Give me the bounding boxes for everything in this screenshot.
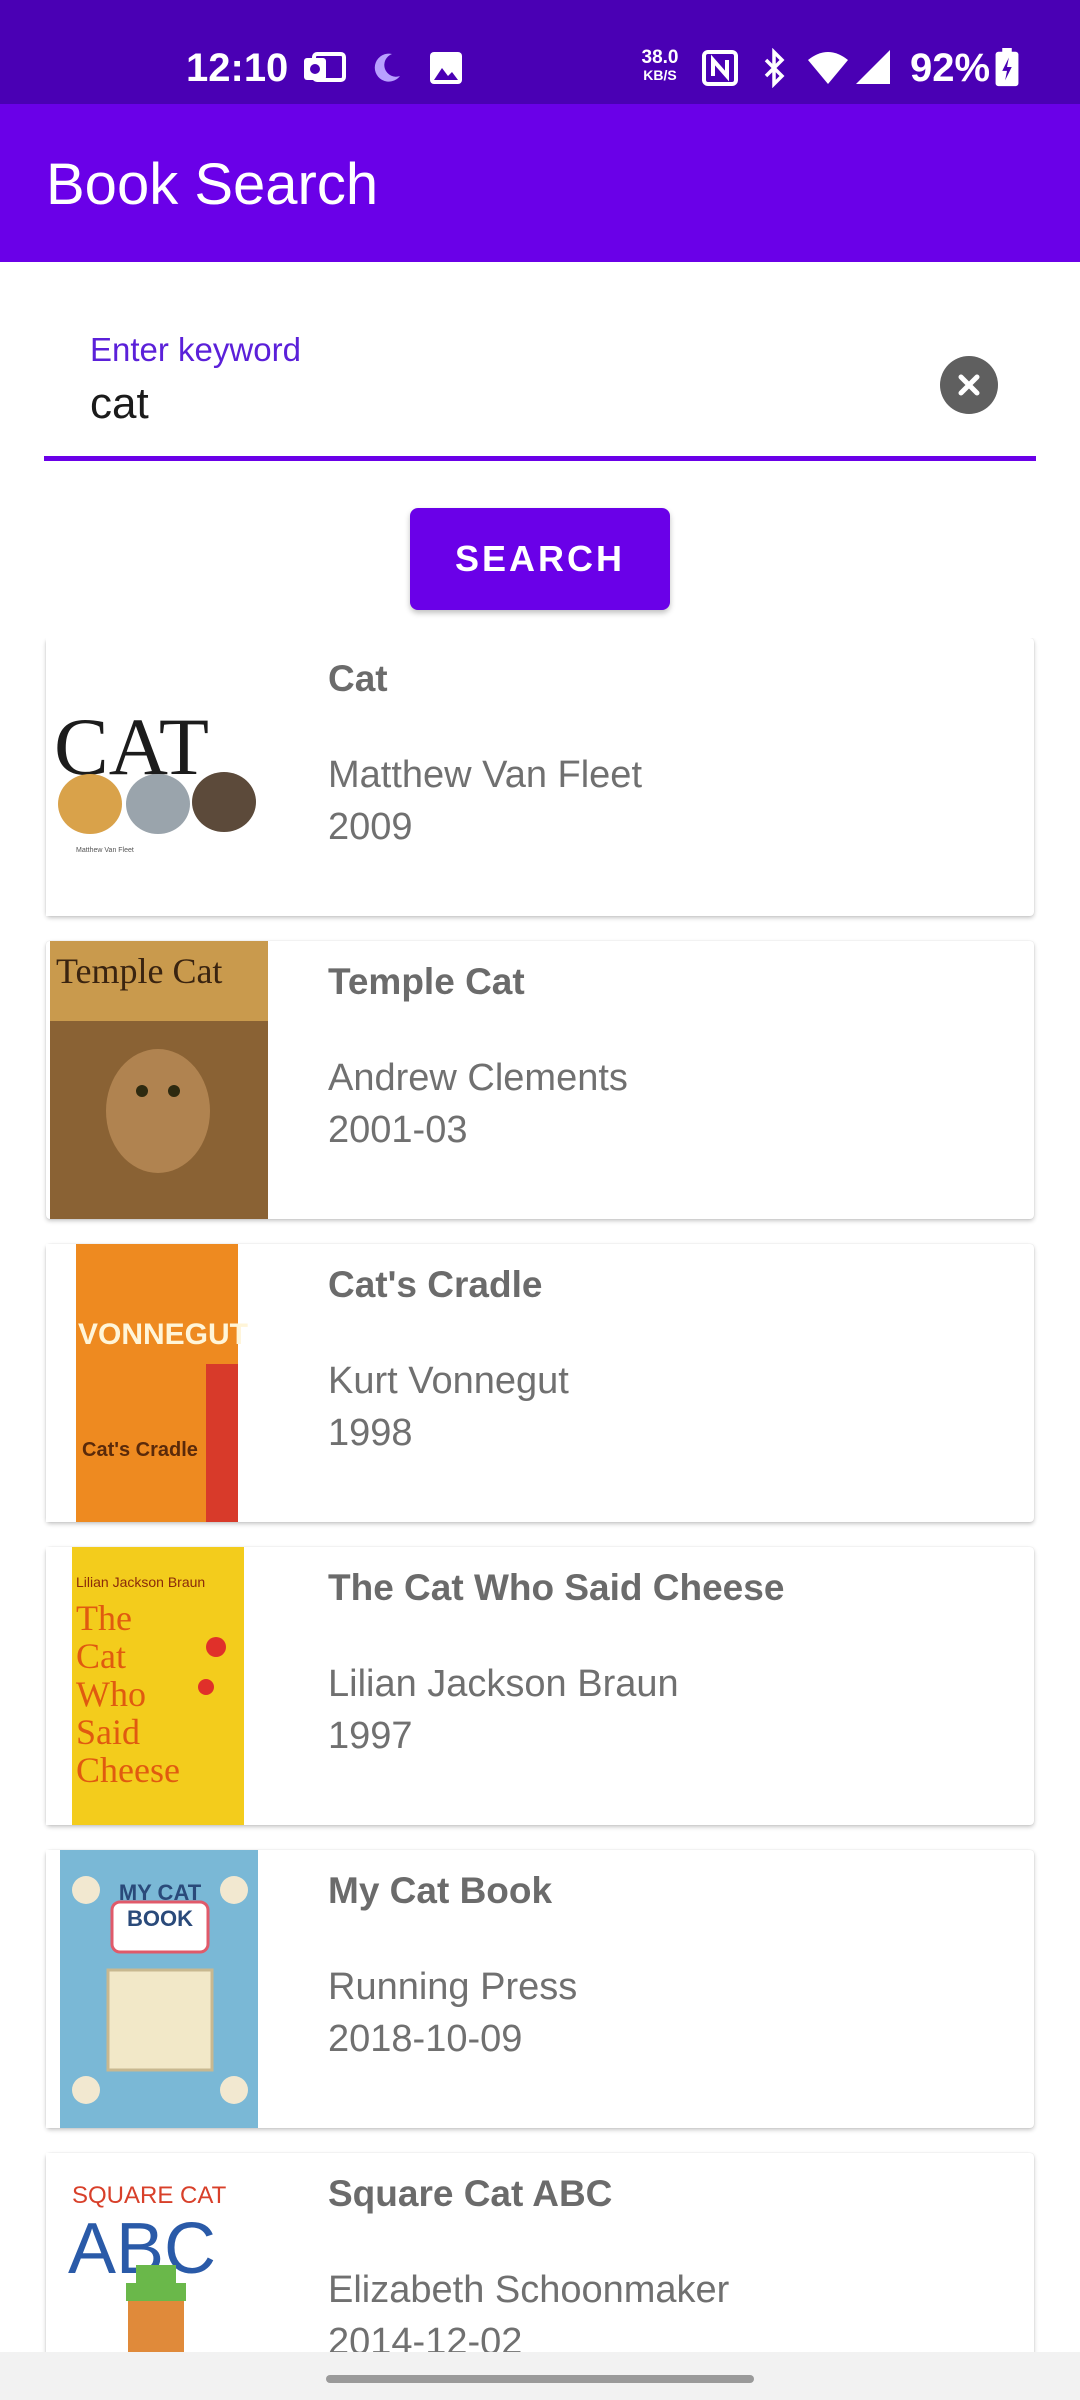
book-date: 2018-10-09 [328, 2018, 523, 2060]
book-title: My Cat Book [328, 1870, 553, 1911]
book-date: 1997 [328, 1715, 413, 1757]
status-time: 12:10 [186, 46, 289, 90]
net-speed: 38.0 KB/S [632, 48, 688, 83]
image-icon [430, 52, 462, 84]
book-cover-image: Lilian Jackson Braun The Cat Who Said Ch… [46, 1547, 272, 1825]
cover-title: SQUARE CAT [72, 2182, 227, 2209]
book-cover-image: Temple Cat [46, 941, 272, 1219]
book-card[interactable]: Temple Cat Temple Cat Andrew Clements 20… [46, 941, 1034, 1219]
book-cover-image: VONNEGUT Cat's Cradle [46, 1244, 272, 1522]
book-card[interactable]: Lilian Jackson Braun The Cat Who Said Ch… [46, 1547, 1034, 1825]
gesture-handle[interactable] [326, 2375, 754, 2383]
cover-author: Matthew Van Fleet [76, 847, 134, 854]
book-cover-image: MY CAT BOOK [46, 1850, 272, 2128]
book-author: Elizabeth Schoonmaker [328, 2269, 730, 2311]
book-author: Lilian Jackson Braun [328, 1663, 679, 1705]
cover-title: Temple Cat [56, 951, 222, 991]
book-cover-image: CAT Matthew Van Fleet [46, 638, 272, 916]
book-cover-image: SQUARE CAT ABC [46, 2153, 272, 2352]
status-bar: 12:10 38.0 KB/S 92% [0, 0, 1080, 104]
keyword-field[interactable]: Enter keyword [44, 320, 1036, 462]
book-title: Square Cat ABC [328, 2173, 613, 2214]
keyword-label: Enter keyword [90, 331, 301, 368]
book-author: Andrew Clements [328, 1057, 628, 1099]
field-underline [44, 456, 1036, 461]
cover-title: VONNEGUT [78, 1318, 248, 1351]
book-title: Cat [328, 658, 388, 699]
battery-charging-icon [995, 48, 1019, 87]
cover-title: MY CAT BOOK [118, 1880, 202, 1931]
app-bar: Book Search [0, 104, 1080, 262]
book-card[interactable]: MY CAT BOOK My Cat Book Running Press 20… [46, 1850, 1034, 2128]
clear-button[interactable] [940, 356, 998, 414]
cover-title: The Cat Who Said Cheese [76, 1599, 180, 1789]
results-list[interactable]: CAT Matthew Van Fleet Cat Matthew Van Fl… [0, 638, 1080, 2352]
book-date: 1998 [328, 1412, 413, 1454]
cover-subtitle: Cat's Cradle [82, 1439, 198, 1461]
book-author: Matthew Van Fleet [328, 754, 643, 796]
book-author: Kurt Vonnegut [328, 1360, 569, 1402]
book-author: Running Press [328, 1966, 578, 2008]
outlook-icon [304, 52, 346, 82]
moon-icon [374, 53, 400, 82]
cover-author: Lilian Jackson Braun [76, 1574, 205, 1590]
app-title: Book Search [46, 152, 379, 217]
book-title: Temple Cat [328, 961, 525, 1002]
bluetooth-icon [764, 48, 785, 88]
signal-icon [856, 50, 890, 84]
book-card[interactable]: VONNEGUT Cat's Cradle Cat's Cradle Kurt … [46, 1244, 1034, 1522]
search-button[interactable]: SEARCH [410, 508, 670, 610]
keyword-input[interactable] [90, 376, 910, 432]
book-title: Cat's Cradle [328, 1264, 543, 1305]
book-date: 2009 [328, 806, 413, 848]
book-date: 2014-12-02 [328, 2321, 523, 2352]
close-icon [958, 374, 980, 396]
wifi-icon [808, 52, 848, 84]
net-speed-value: 38.0 [641, 47, 679, 68]
nfc-icon [702, 50, 738, 86]
net-speed-unit: KB/S [643, 67, 677, 83]
battery-percent: 92% [910, 46, 991, 90]
book-card[interactable]: CAT Matthew Van Fleet Cat Matthew Van Fl… [46, 638, 1034, 916]
book-card[interactable]: SQUARE CAT ABC Square Cat ABC Elizabeth … [46, 2153, 1034, 2352]
book-date: 2001-03 [328, 1109, 468, 1151]
book-title: The Cat Who Said Cheese [328, 1567, 785, 1608]
